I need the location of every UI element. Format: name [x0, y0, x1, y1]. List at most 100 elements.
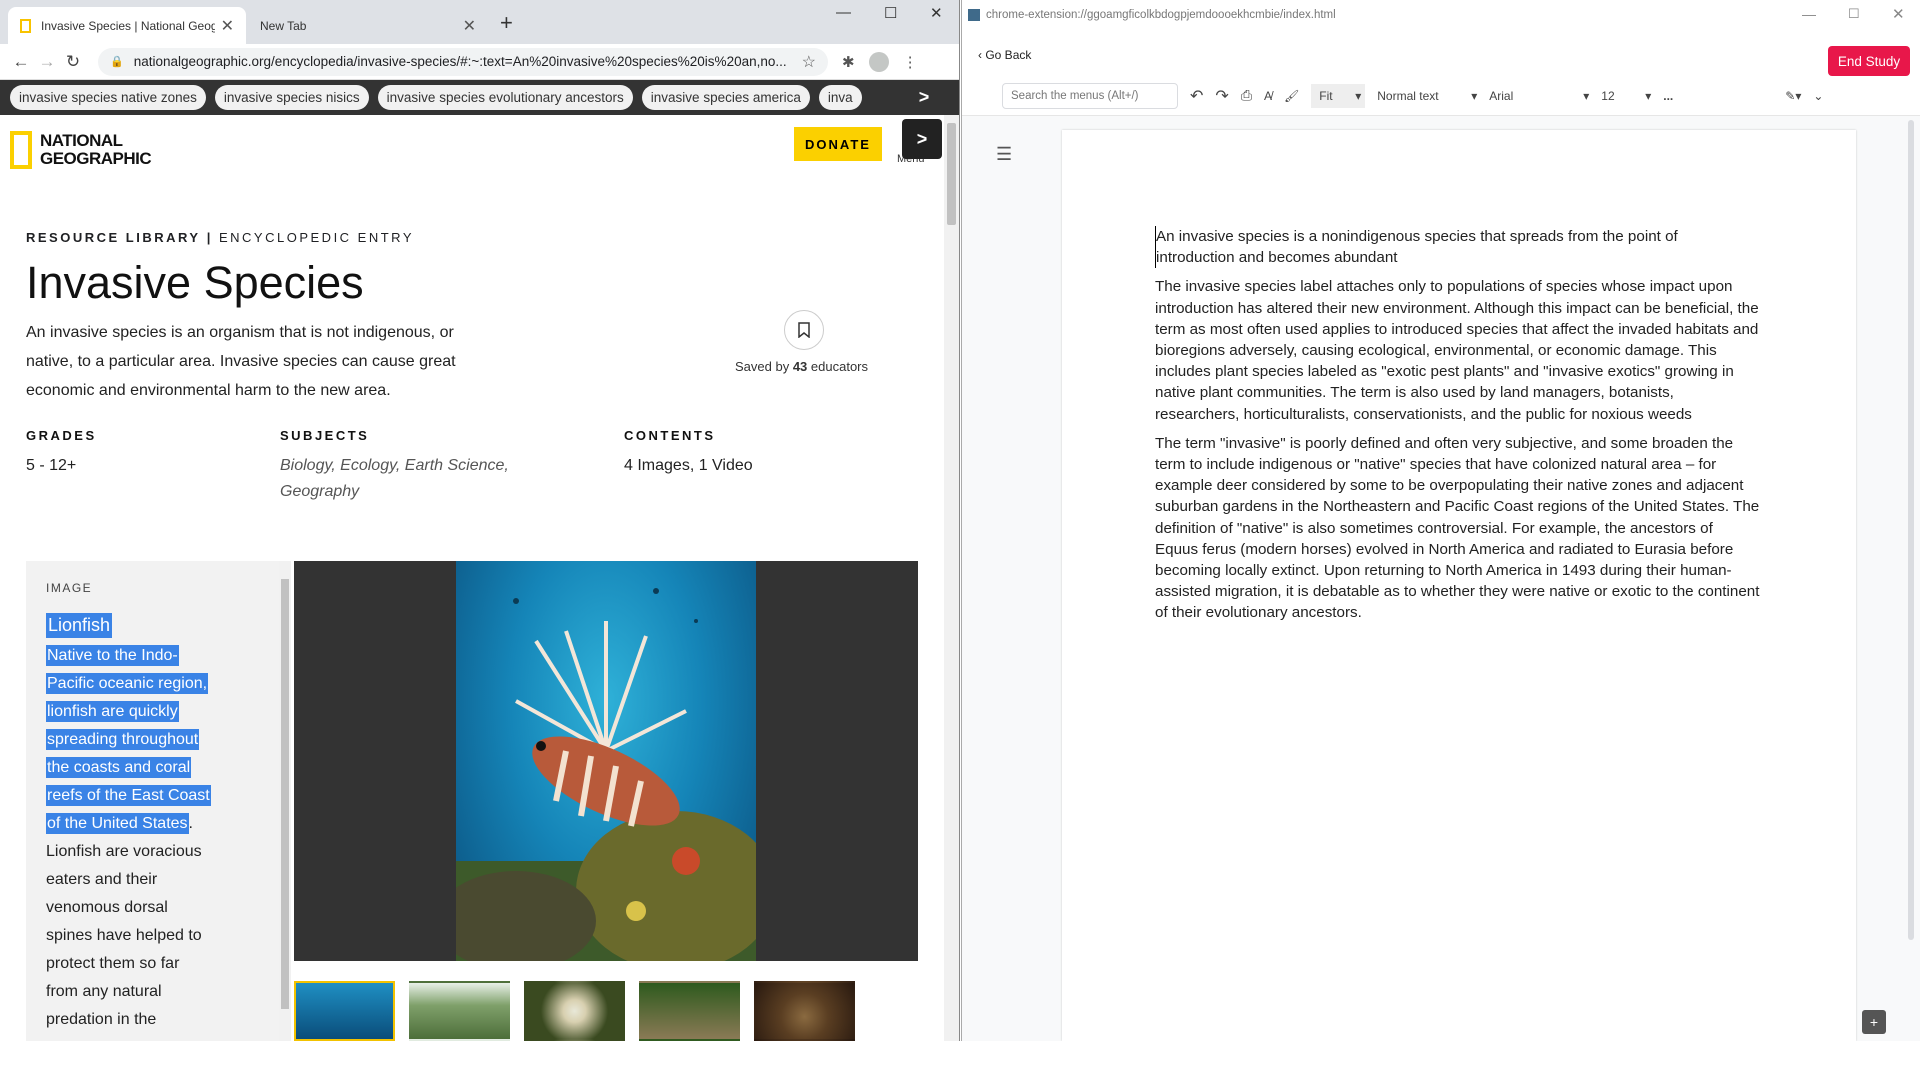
explore-icon[interactable]: + [1862, 1010, 1886, 1034]
image-label: IMAGE [46, 581, 93, 595]
breadcrumb-resource-library[interactable]: RESOURCE LIBRARY [26, 230, 201, 245]
maximize-icon[interactable]: ☐ [884, 4, 897, 22]
more-options-icon[interactable]: ... [1663, 89, 1673, 103]
page-title: Invasive Species [26, 257, 364, 308]
natgeo-logo[interactable]: NATIONAL GEOGRAPHIC [10, 131, 152, 169]
chip[interactable]: invasive species nisics [214, 85, 369, 110]
caption-line-selected: Pacific oceanic region, [46, 673, 209, 694]
saved-suffix: educators [810, 359, 869, 374]
doc-paragraph: The term "invasive" is poorly defined an… [1155, 434, 1760, 622]
address-bar: ← → ↻ 🔒 nationalgeographic.org/encyclope… [0, 44, 959, 80]
style-select[interactable]: Normal text ▾ [1377, 89, 1477, 103]
profile-avatar-icon[interactable] [868, 51, 889, 72]
thumbnail-snake[interactable] [639, 981, 740, 1041]
chip[interactable]: inva [818, 85, 862, 110]
caption-line-selected: the coasts and coral [46, 757, 192, 778]
minimize-icon[interactable]: — [1802, 6, 1816, 22]
minimize-icon[interactable]: — [836, 4, 851, 21]
natgeo-page: NATIONAL GEOGRAPHIC DONATE Menu > RESOUR… [0, 115, 944, 1041]
menu-next-button[interactable]: > [902, 119, 942, 159]
close-window-icon[interactable]: ✕ [1892, 5, 1905, 23]
doc-paragraph: The invasive species label attaches only… [1155, 278, 1759, 423]
paint-format-icon[interactable]: 🖌 [1284, 89, 1299, 103]
back-arrow-icon[interactable]: ← [8, 52, 34, 72]
tab-bar: Invasive Species | National Geographic ✕… [0, 0, 959, 44]
chip[interactable]: invasive species america [641, 85, 810, 110]
url-input[interactable]: 🔒 nationalgeographic.org/encyclopedia/in… [98, 47, 828, 76]
doc-page[interactable]: An invasive species is a nonindigenous s… [1062, 130, 1856, 1041]
menu-search-input[interactable]: Search the menus (Alt+/) [1002, 82, 1178, 109]
outline-icon[interactable]: ☰ [996, 144, 1012, 165]
doc-canvas: ☰ An invasive species is a nonindigenous… [962, 116, 1920, 1041]
caption-line: predation in the [46, 1011, 157, 1028]
lionfish-photo [456, 561, 756, 961]
dropdown-arrow-icon: ▾ [1355, 88, 1362, 103]
close-tab-icon[interactable]: ✕ [463, 16, 476, 36]
dropdown-arrow-icon: ▾ [1583, 88, 1590, 103]
forward-arrow-icon[interactable]: → [34, 52, 60, 72]
gallery-main-image[interactable] [294, 561, 918, 961]
docs-toolbar: Search the menus (Alt+/) ↶ ↷ ⎙ A̸ 🖌 Fit ▾… [962, 76, 1920, 116]
chip-next-button[interactable]: > [889, 80, 959, 115]
chevron-left-icon: ‹ [978, 48, 982, 62]
url-text: nationalgeographic.org/encyclopedia/inva… [133, 54, 787, 69]
caption-scrollbar[interactable] [279, 561, 291, 1041]
page-scrollbar[interactable] [944, 115, 959, 1041]
grades-label: GRADES [26, 428, 97, 443]
tab-new-tab[interactable]: New Tab ✕ [248, 7, 488, 44]
doc-paragraph: An invasive species is a nonindigenous s… [1155, 226, 1760, 269]
caption-line-selected: Native to the Indo- [46, 645, 179, 666]
kebab-menu-icon[interactable]: ⋮ [903, 53, 918, 71]
lock-icon: 🔒 [110, 56, 124, 68]
editing-pencil-icon[interactable]: ✎▾ [1785, 89, 1801, 103]
caption-line: venomous dorsal [46, 899, 168, 916]
caption-line: from any natural [46, 983, 162, 1000]
print-icon[interactable]: ⎙ [1241, 87, 1252, 104]
thumbnail-lionfish[interactable] [294, 981, 395, 1041]
doc-scrollbar[interactable] [1906, 116, 1918, 941]
extensions-puzzle-icon[interactable]: ✱ [842, 53, 855, 71]
saved-count: 43 [792, 359, 808, 374]
spellcheck-icon[interactable]: A̸ [1264, 89, 1272, 103]
study-header: ‹ Go Back End Study [962, 30, 1920, 76]
go-back-link[interactable]: ‹ Go Back [978, 48, 1031, 62]
tab-title: New Tab [260, 18, 307, 33]
chip[interactable]: invasive species native zones [10, 85, 206, 110]
reload-icon[interactable]: ↻ [60, 52, 86, 72]
browser-window-left: Invasive Species | National Geographic ✕… [0, 0, 960, 1041]
close-tab-icon[interactable]: ✕ [221, 16, 234, 36]
logo-text: NATIONAL GEOGRAPHIC [40, 131, 152, 168]
thumbnail-kudzu[interactable] [409, 981, 510, 1041]
font-size-select[interactable]: 12 ▾ [1601, 89, 1651, 103]
bookmark-star-icon[interactable]: ☆ [802, 52, 816, 72]
subjects-label: SUBJECTS [280, 428, 370, 443]
caption-line: eaters and their [46, 871, 158, 888]
close-window-icon[interactable]: ✕ [930, 4, 943, 22]
caption-title: Lionfish [46, 613, 113, 638]
maximize-icon[interactable]: ☐ [1848, 6, 1860, 22]
bookmark-icon[interactable] [784, 310, 824, 350]
subjects-block: SUBJECTS Biology, Ecology, Earth Science… [280, 428, 540, 505]
caption-line: spines have helped to [46, 927, 202, 944]
zoom-select[interactable]: Fit ▾ [1311, 83, 1366, 108]
natgeo-favicon-icon [20, 18, 31, 33]
chip[interactable]: invasive species evolutionary ancestors [377, 85, 633, 110]
contents-label: CONTENTS [624, 428, 716, 443]
caption-line-selected: of the United States. [46, 813, 193, 834]
tab-national-geographic[interactable]: Invasive Species | National Geographic ✕ [8, 7, 246, 44]
gallery-thumbnails [294, 981, 855, 1041]
donate-button[interactable]: DONATE [794, 127, 882, 161]
new-tab-icon[interactable]: + [500, 10, 513, 36]
lead-paragraph: An invasive species is an organism that … [26, 324, 456, 399]
thumbnail-cane-toad[interactable] [754, 981, 855, 1041]
extension-app-icon [968, 9, 980, 21]
breadcrumb: RESOURCE LIBRARY | ENCYCLOPEDIC ENTRY [26, 230, 414, 245]
collapse-chevron-icon[interactable]: ⌄ [1813, 89, 1823, 103]
font-select[interactable]: Arial ▾ [1489, 89, 1589, 103]
undo-icon[interactable]: ↶ [1190, 86, 1203, 106]
natgeo-frame-icon [10, 131, 32, 169]
thumbnail-beetle[interactable] [524, 981, 625, 1041]
end-study-button[interactable]: End Study [1828, 46, 1910, 76]
contents-value: 4 Images, 1 Video [624, 457, 753, 474]
redo-icon[interactable]: ↷ [1215, 86, 1228, 106]
